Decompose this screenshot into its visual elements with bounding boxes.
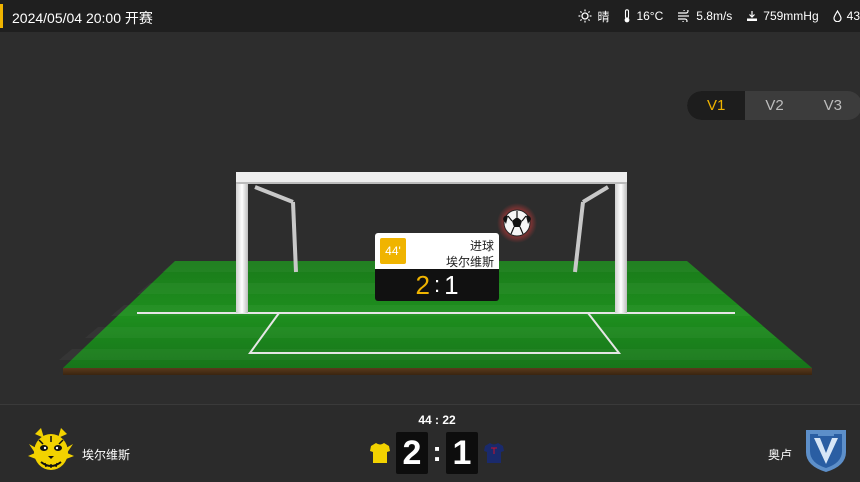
match-clock: 44 : 22 <box>418 413 456 427</box>
home-kit-icon <box>369 442 391 469</box>
pitch-visual <box>59 172 812 375</box>
event-score: 2 : 1 <box>375 269 499 301</box>
accent-marker <box>0 4 3 28</box>
view-tab-v1[interactable]: V1 <box>687 91 746 120</box>
thermometer-icon <box>623 9 631 23</box>
home-score: 2 <box>396 432 428 474</box>
pressure-icon <box>746 10 758 22</box>
weather-wind: 5.8m/s <box>677 9 732 23</box>
away-team-name: 奥卢 <box>768 448 793 462</box>
event-team: 埃尔维斯 <box>445 255 494 269</box>
weather-temperature-label: 16°C <box>636 9 664 23</box>
view-switcher: V1 V2 V3 <box>687 91 860 120</box>
humidity-icon <box>833 10 842 22</box>
weather-temperature: 16°C <box>623 9 663 23</box>
away-score: 1 <box>446 432 478 474</box>
view-tab-v2[interactable]: V2 <box>745 91 803 120</box>
home-team-logo <box>27 426 75 479</box>
weather-info: 晴 16°C 5.8m/s 759mmHg 43 <box>578 0 860 32</box>
weather-humidity: 43 <box>833 9 860 23</box>
event-header: 44' 进球 埃尔维斯 <box>375 233 499 269</box>
event-away-score: 1 <box>444 269 459 300</box>
weather-pressure-label: 759mmHg <box>763 9 819 23</box>
ball-icon <box>497 203 537 243</box>
event-minute-badge: 44' <box>380 238 406 264</box>
event-score-separator: : <box>433 272 441 297</box>
weather-pressure: 759mmHg <box>746 9 819 23</box>
goal-event-card: 44' 进球 埃尔维斯 2 : 1 <box>375 233 499 301</box>
sun-icon <box>578 9 592 23</box>
weather-condition-label: 晴 <box>597 9 610 24</box>
score-separator: : <box>432 436 442 467</box>
weather-wind-label: 5.8m/s <box>696 9 733 23</box>
wind-icon <box>677 10 691 22</box>
top-bar: 2024/05/04 20:00 开赛 晴 16°C 5.8m/s 759mmH… <box>0 0 860 32</box>
away-team-logo <box>802 426 850 479</box>
match-stage: V1 V2 V3 <box>0 32 860 404</box>
weather-condition: 晴 <box>578 8 609 25</box>
kickoff-time: 2024/05/04 20:00 开赛 <box>12 10 153 26</box>
home-team-name: 埃尔维斯 <box>82 448 131 462</box>
away-kit-icon <box>483 442 505 469</box>
weather-humidity-label: 43 <box>846 9 860 23</box>
event-type: 进球 <box>469 239 494 253</box>
view-tab-v3[interactable]: V3 <box>804 91 860 120</box>
event-home-score: 2 <box>415 269 430 300</box>
